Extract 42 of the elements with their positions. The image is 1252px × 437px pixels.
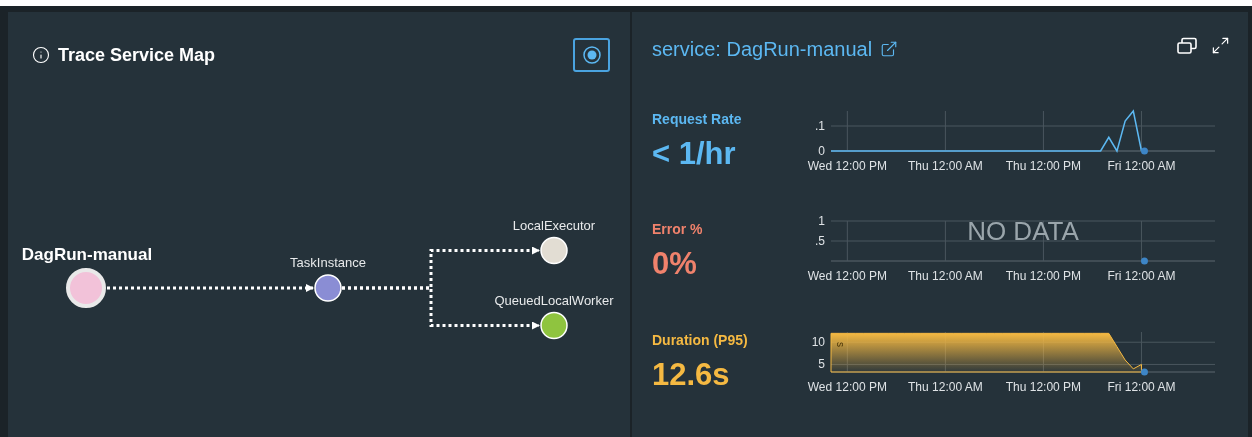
x-tick-label: Thu 12:00 PM — [1005, 269, 1082, 284]
node-label: TaskInstance — [290, 255, 366, 270]
x-tick-label: Thu 12:00 PM — [1005, 380, 1082, 395]
x-tick-label: Thu 12:00 PM — [1005, 158, 1082, 173]
y-tick-label: 1 — [818, 215, 825, 229]
focus-button[interactable] — [573, 38, 610, 72]
metric-value: 12.6s — [652, 356, 731, 395]
no-data-label: NO DATA — [967, 216, 1079, 247]
node-label: LocalExecutor — [512, 217, 596, 233]
metric-label: Request Rate — [652, 109, 743, 129]
node-label: DagRun-manual — [21, 245, 153, 264]
data-point-marker — [1140, 257, 1148, 265]
node-label: QueuedLocalWorker — [494, 292, 614, 308]
service-node[interactable] — [66, 268, 106, 308]
unit-label: s — [835, 342, 846, 348]
info-icon[interactable] — [32, 46, 50, 64]
x-tick-label: Fri 12:00 AM — [1107, 269, 1176, 284]
y-tick-label: 0 — [818, 143, 825, 158]
current-point-marker — [1140, 147, 1148, 155]
y-tick-label: 5 — [818, 357, 825, 372]
y-tick-label: 10 — [811, 335, 825, 350]
external-link-icon[interactable] — [880, 40, 899, 58]
y-tick-label: .5 — [815, 234, 825, 249]
x-tick-label: Wed 12:00 PM — [807, 158, 887, 173]
x-tick-label: Thu 12:00 AM — [908, 158, 983, 173]
metric-value: < 1/hr — [652, 134, 737, 173]
expand-icon[interactable] — [1211, 36, 1230, 55]
metric-label: Error % — [652, 220, 704, 240]
panel-title: Trace Service Map — [58, 43, 216, 67]
x-tick-label: Fri 12:00 AM — [1107, 158, 1176, 173]
y-tick-label: .1 — [815, 118, 825, 133]
x-tick-label: Wed 12:00 PM — [807, 380, 887, 395]
restore-window-icon[interactable] — [1177, 36, 1197, 55]
x-tick-label: Wed 12:00 PM — [807, 269, 887, 284]
x-tick-label: Thu 12:00 AM — [908, 380, 983, 395]
target-icon — [582, 46, 601, 64]
x-tick-label: Fri 12:00 AM — [1107, 380, 1176, 395]
service-title: service: DagRun-manual — [652, 37, 873, 62]
x-tick-label: Thu 12:00 AM — [908, 269, 983, 284]
metric-label: Duration (P95) — [652, 331, 749, 351]
current-point-marker — [1140, 368, 1148, 376]
metric-value: 0% — [652, 245, 698, 284]
